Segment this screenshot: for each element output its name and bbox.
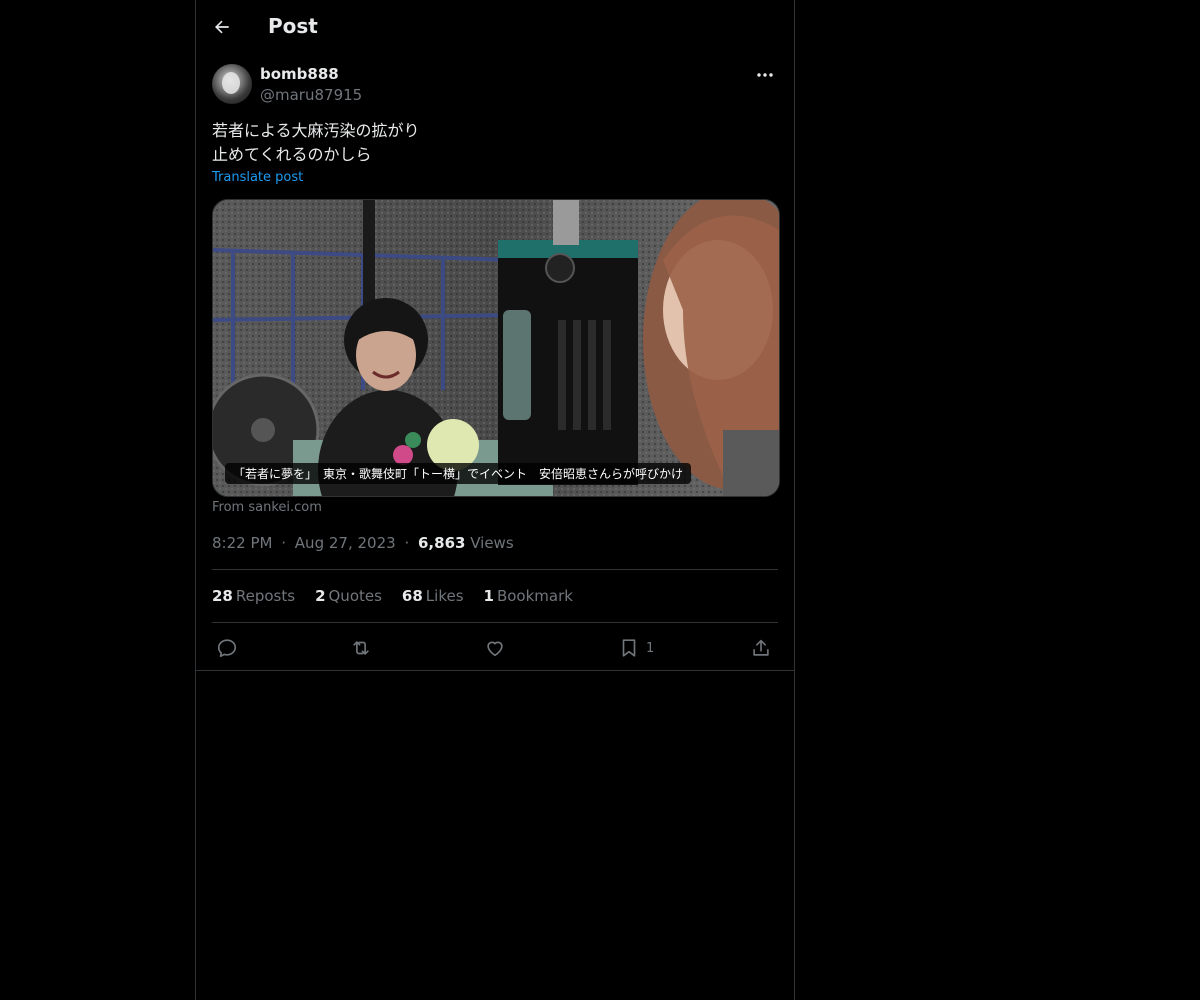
more-horizontal-icon	[757, 73, 773, 77]
reply-button[interactable]	[216, 634, 238, 662]
author-row: bomb888 @maru87915	[212, 64, 778, 108]
post-meta: 8:22 PM · Aug 27, 2023 · 6,863 Views	[212, 534, 514, 552]
divider	[196, 670, 794, 671]
engagement-stats: 28 Reposts 2 Quotes 68 Likes 1 Bookmark	[212, 587, 573, 605]
page-title: Post	[268, 14, 318, 38]
link-card-caption: 「若者に夢を」 東京・歌舞伎町「トー横」でイベント 安倍昭恵さんらが呼びかけ	[225, 463, 692, 484]
link-card-image[interactable]: 「若者に夢を」 東京・歌舞伎町「トー横」でイベント 安倍昭恵さんらが呼びかけ	[212, 199, 780, 497]
stat-label: Bookmark	[496, 587, 573, 605]
more-options-button[interactable]	[752, 64, 778, 86]
stat-label: Likes	[425, 587, 464, 605]
post-text-line: 止めてくれるのかしら	[212, 145, 372, 164]
news-photo	[213, 200, 779, 496]
bookmark-count: 1	[646, 640, 655, 656]
bookmark-icon	[622, 639, 636, 657]
stat-count: 1	[483, 587, 494, 605]
bookmark-button[interactable]: 1	[618, 634, 654, 662]
views-count: 6,863	[418, 534, 466, 552]
reply-icon	[217, 639, 237, 658]
back-button[interactable]	[206, 11, 238, 43]
stat-label: Quotes	[328, 587, 382, 605]
stat-bookmarks[interactable]: 1 Bookmark	[484, 587, 573, 605]
arrow-left-icon	[215, 20, 229, 34]
stat-label: Reposts	[235, 587, 296, 605]
share-button[interactable]	[750, 634, 772, 662]
post-time[interactable]: 8:22 PM	[212, 534, 272, 552]
page-header: Post	[196, 0, 794, 53]
heart-icon	[487, 641, 503, 657]
stat-quotes[interactable]: 2 Quotes	[315, 587, 382, 605]
meta-separator: ·	[404, 534, 410, 552]
author-handle[interactable]: @maru87915	[260, 86, 362, 104]
repost-button[interactable]	[350, 634, 372, 662]
translate-post-link[interactable]: Translate post	[212, 170, 303, 185]
divider	[212, 622, 778, 623]
link-source[interactable]: From sankei.com	[212, 500, 322, 515]
post-detail-column: Post bomb888 @maru87915 若者による大麻汚染の拡がり 止め…	[195, 0, 795, 1000]
share-icon	[753, 639, 769, 656]
stat-reposts[interactable]: 28 Reposts	[212, 587, 295, 605]
divider	[212, 569, 778, 570]
author-display-name[interactable]: bomb888	[260, 65, 339, 83]
repost-icon	[353, 641, 369, 655]
stat-count: 2	[315, 587, 326, 605]
meta-separator: ·	[281, 534, 287, 552]
post-text-line: 若者による大麻汚染の拡がり	[212, 121, 420, 140]
like-button[interactable]	[484, 634, 506, 662]
stat-count: 28	[212, 587, 233, 605]
views-label: Views	[470, 534, 514, 552]
stat-count: 68	[401, 587, 423, 605]
post-text: 若者による大麻汚染の拡がり 止めてくれるのかしら	[212, 119, 778, 167]
avatar[interactable]	[212, 64, 252, 104]
action-bar: 1	[212, 634, 778, 662]
stat-likes[interactable]: 68 Likes	[402, 587, 464, 605]
post-date[interactable]: Aug 27, 2023	[295, 534, 396, 552]
